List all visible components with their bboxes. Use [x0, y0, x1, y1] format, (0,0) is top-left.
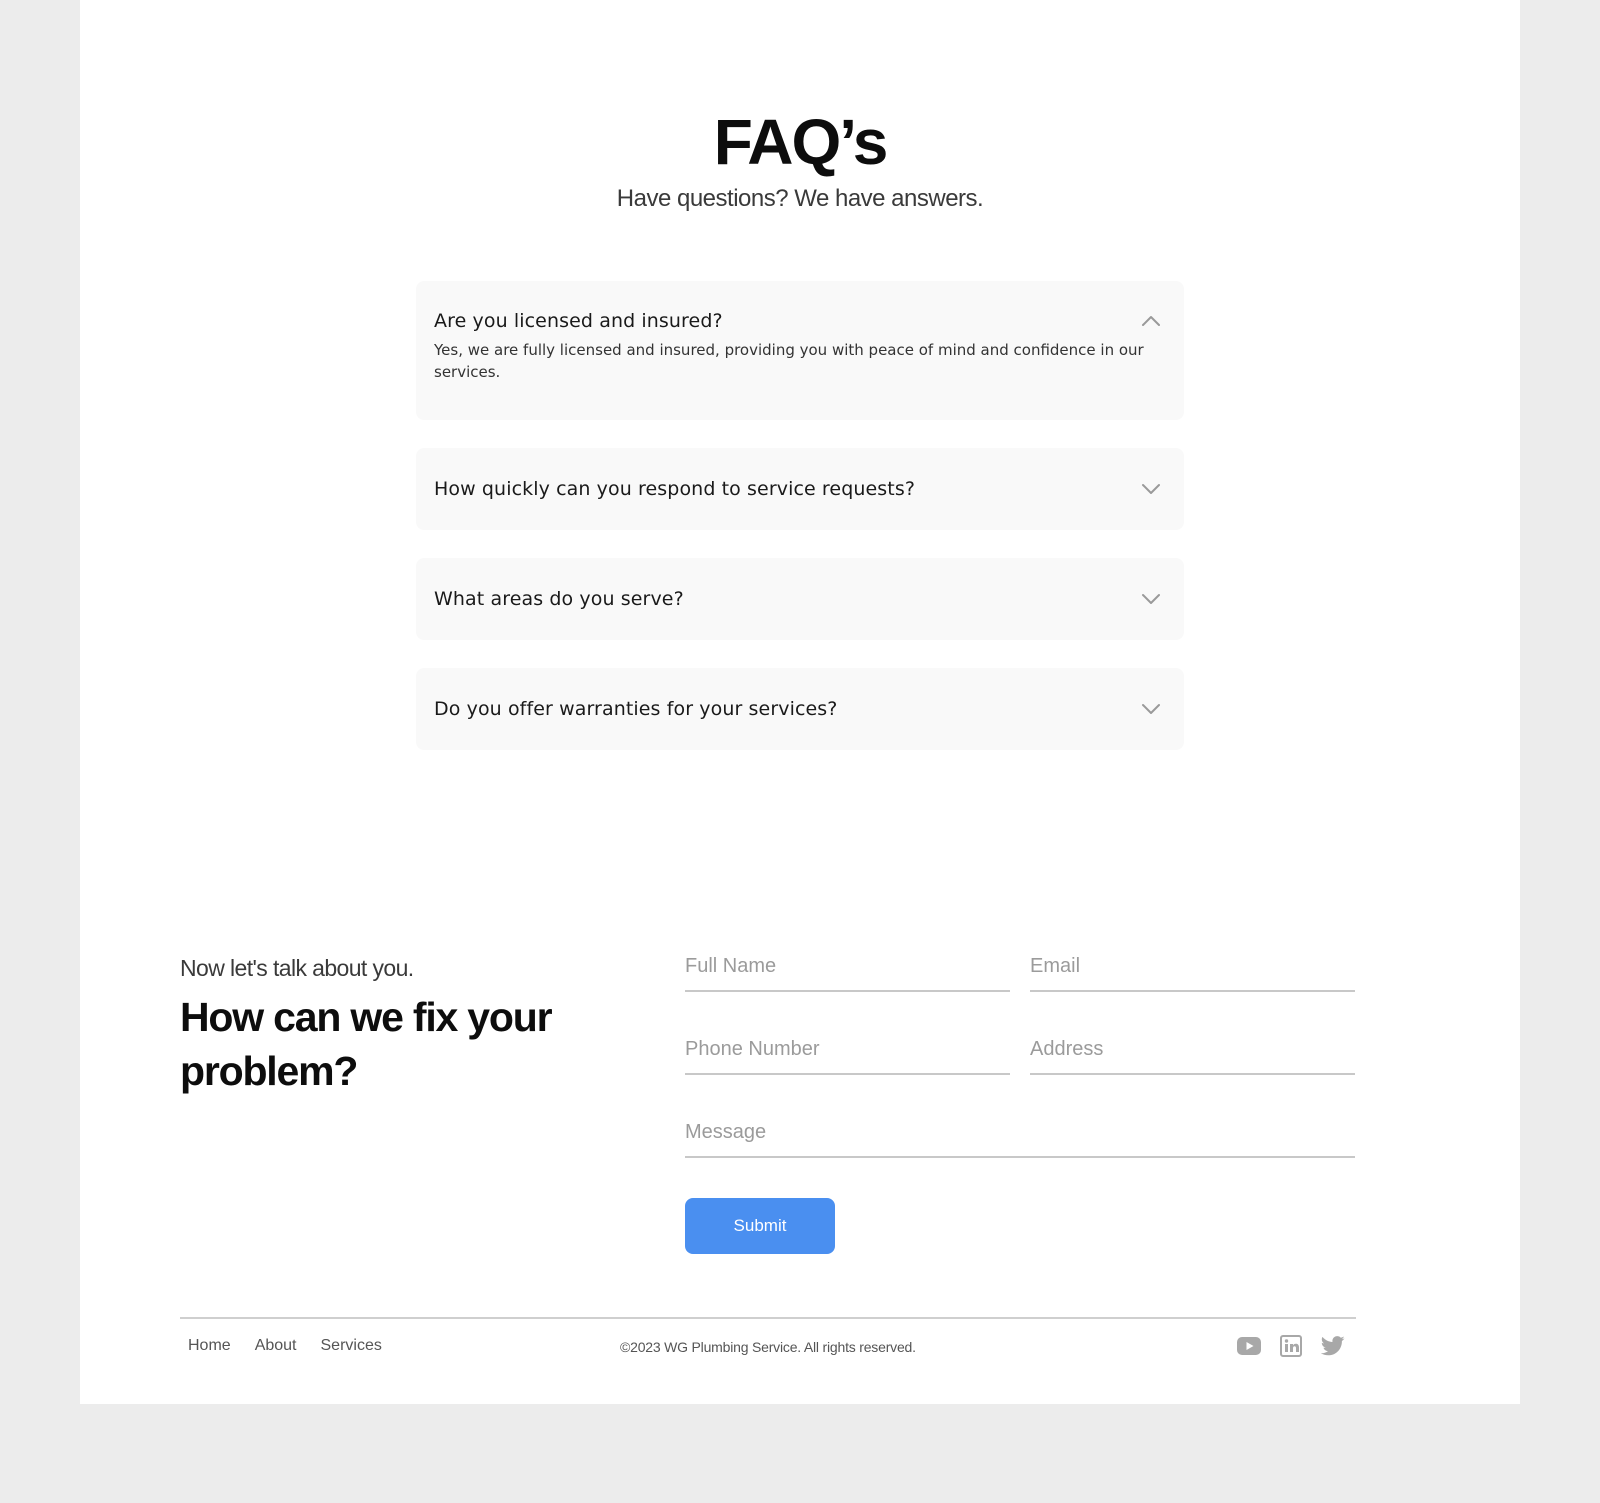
- footer-divider: [180, 1317, 1356, 1319]
- faq-title: FAQ’s: [713, 106, 889, 178]
- faq-question: Are you licensed and insured?: [434, 310, 723, 332]
- email-input[interactable]: [1030, 950, 1355, 992]
- chevron-down-icon[interactable]: [1140, 478, 1162, 500]
- faq-list: Are you licensed and insured? Yes, we ar…: [416, 281, 1184, 778]
- twitter-icon[interactable]: [1321, 1334, 1345, 1358]
- faq-item-response-time[interactable]: How quickly can you respond to service r…: [416, 448, 1184, 530]
- message-input[interactable]: [685, 1116, 1355, 1158]
- submit-button[interactable]: Submit: [685, 1198, 835, 1254]
- chevron-up-icon[interactable]: [1140, 310, 1162, 332]
- page-container: FAQ’s Have questions? We have answers. A…: [80, 0, 1520, 1404]
- faq-question: Do you offer warranties for your service…: [434, 698, 838, 720]
- copyright-text: ©2023 WG Plumbing Service. All rights re…: [620, 1339, 916, 1355]
- phone-number-input[interactable]: [685, 1033, 1010, 1075]
- contact-intro: Now let's talk about you.: [180, 955, 414, 981]
- faq-answer: Yes, we are fully licensed and insured, …: [434, 341, 1144, 381]
- address-input[interactable]: [1030, 1033, 1355, 1075]
- faq-question: How quickly can you respond to service r…: [434, 478, 916, 500]
- contact-heading: How can we fix your problem?: [180, 994, 553, 1094]
- faq-item-areas[interactable]: What areas do you serve?: [416, 558, 1184, 640]
- faq-question-row[interactable]: Do you offer warranties for your service…: [434, 668, 1166, 750]
- linkedin-icon[interactable]: [1279, 1334, 1303, 1358]
- chevron-down-icon[interactable]: [1140, 588, 1162, 610]
- chevron-down-icon[interactable]: [1140, 698, 1162, 720]
- footer-link-about[interactable]: About: [255, 1337, 297, 1355]
- faq-item-warranties[interactable]: Do you offer warranties for your service…: [416, 668, 1184, 750]
- faq-question: What areas do you serve?: [434, 588, 684, 610]
- footer-link-home[interactable]: Home: [188, 1337, 231, 1355]
- youtube-icon[interactable]: [1237, 1334, 1261, 1358]
- footer-link-services[interactable]: Services: [321, 1337, 382, 1355]
- footer-nav: Home About Services: [188, 1337, 382, 1355]
- faq-question-row[interactable]: How quickly can you respond to service r…: [434, 448, 1166, 530]
- full-name-input[interactable]: [685, 950, 1010, 992]
- faq-subtitle: Have questions? We have answers.: [616, 185, 984, 212]
- faq-question-row[interactable]: What areas do you serve?: [434, 558, 1166, 640]
- social-links: [1237, 1334, 1345, 1358]
- faq-item-licensed[interactable]: Are you licensed and insured? Yes, we ar…: [416, 281, 1184, 420]
